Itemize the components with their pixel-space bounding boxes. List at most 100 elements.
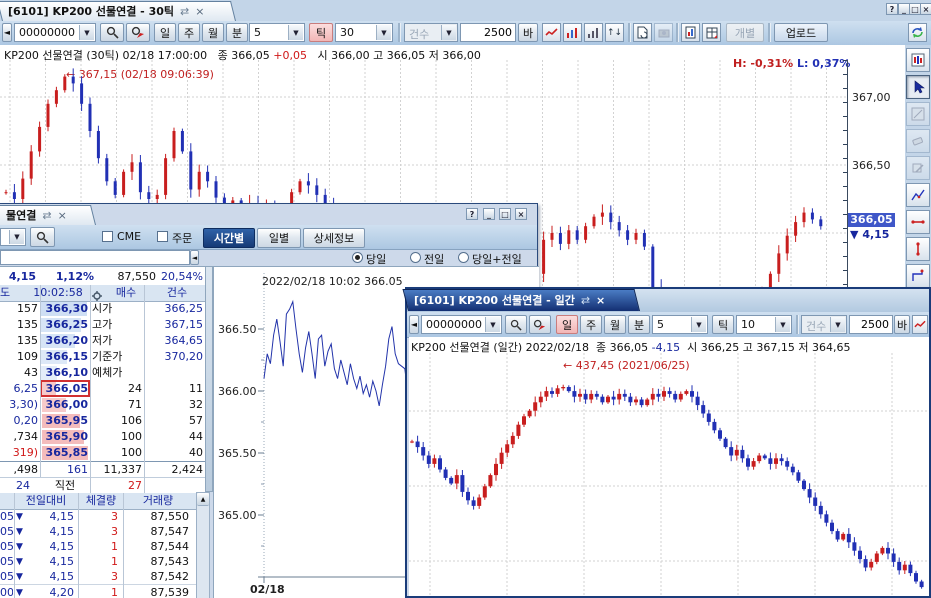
swap-icon[interactable]: ⇄: [581, 294, 590, 307]
code-combo[interactable]: 00000000 ▼: [421, 315, 502, 334]
search-recent-button[interactable]: [529, 315, 551, 334]
quote-filter-input[interactable]: [0, 250, 190, 265]
bar-count-input[interactable]: [849, 315, 893, 334]
code-combo[interactable]: 00000000 ▼: [14, 23, 96, 42]
chevron-down-icon[interactable]: ▼: [9, 230, 24, 244]
swap-icon[interactable]: ⇄: [42, 209, 51, 222]
tab-daily[interactable]: 일별: [257, 228, 301, 248]
search-recent-button[interactable]: [126, 23, 150, 42]
horizontal-line-tool[interactable]: [906, 210, 930, 234]
period-tick-button[interactable]: 틱: [309, 23, 333, 42]
ask-row[interactable]: 157 366,30 시가 366,25: [0, 301, 205, 317]
ask-row[interactable]: 135 366,20 저가 364,65: [0, 333, 205, 349]
indicator-tool[interactable]: [906, 183, 930, 207]
tab-close-icon[interactable]: ×: [596, 294, 605, 307]
bar-chart-icon: [587, 27, 600, 39]
tab-detail[interactable]: 상세정보: [303, 228, 365, 248]
price-axis-ticks: [843, 60, 847, 298]
chevron-down-icon[interactable]: ▼: [288, 25, 303, 40]
help-button[interactable]: ?: [886, 3, 898, 15]
radio-today-selected[interactable]: [352, 252, 363, 263]
chevron-down-icon[interactable]: ▼: [775, 317, 790, 332]
period-minute-button[interactable]: 분: [628, 315, 650, 334]
col-vol: 거래량: [125, 493, 191, 509]
order-checkbox[interactable]: [157, 231, 168, 242]
chevron-down-icon[interactable]: ▼: [376, 25, 391, 40]
search-button[interactable]: [100, 23, 124, 42]
pattern-grid-tool[interactable]: [906, 48, 930, 72]
new-document-button[interactable]: [633, 23, 652, 42]
nav-left-button[interactable]: ◄: [2, 23, 12, 42]
minimize-button[interactable]: _: [483, 208, 495, 220]
upload-button[interactable]: 업로드: [774, 23, 828, 42]
period-day-button-active[interactable]: 일: [556, 315, 578, 334]
refresh-button[interactable]: [908, 23, 927, 42]
grid-icon: [706, 27, 718, 39]
daily-window-title-tab[interactable]: [6101] KP200 선물연결 - 일간 ⇄ ×: [408, 289, 640, 311]
vertical-line-tool[interactable]: [906, 237, 930, 261]
bar-apply-button[interactable]: 바: [894, 315, 910, 334]
tab-timewise-active[interactable]: 시간별: [203, 228, 255, 248]
volume-bars-icon: [566, 27, 579, 39]
report-chart-button[interactable]: [681, 23, 700, 42]
bid-row[interactable]: ,734 365,90 100 44: [0, 429, 205, 445]
tick-period-combo[interactable]: 30 ▼: [335, 23, 393, 42]
exec-row: 05 ▼ 4,15 1 87,543: [0, 554, 205, 570]
tab-close-icon[interactable]: ×: [195, 5, 204, 18]
sort-updown-button[interactable]: ↑↓: [605, 23, 624, 42]
code-combo-partial[interactable]: ▼: [0, 228, 26, 246]
grid-table-button[interactable]: [702, 23, 721, 42]
period-month-button[interactable]: 월: [202, 23, 224, 42]
trendline-tool-button[interactable]: [542, 23, 561, 42]
maximize-button[interactable]: □: [499, 208, 511, 220]
bar-chart-button[interactable]: [584, 23, 603, 42]
chevron-down-icon[interactable]: ▼: [79, 25, 94, 40]
minute-period-combo[interactable]: 5 ▼: [249, 23, 305, 42]
period-week-button[interactable]: 주: [580, 315, 602, 334]
exec-scrollbar[interactable]: ▲: [196, 492, 210, 598]
nav-left-button[interactable]: ◄: [409, 315, 419, 334]
toolbar-separator: [628, 23, 631, 42]
collapse-left-button[interactable]: ◄: [190, 250, 199, 265]
close-button[interactable]: ×: [920, 3, 931, 15]
pane-splitter[interactable]: [205, 266, 213, 492]
last-change-label: ▼ 4,15: [850, 228, 889, 241]
period-week-button[interactable]: 주: [178, 23, 200, 42]
chevron-down-icon[interactable]: ▼: [485, 317, 500, 332]
tab-close-icon[interactable]: ×: [58, 209, 67, 222]
ask-row[interactable]: 109 366,15 기준가 370,20: [0, 349, 205, 365]
cursor-tool-selected[interactable]: [906, 75, 930, 99]
radio-prevday[interactable]: [410, 252, 421, 263]
main-window-title-tab[interactable]: [6101] KP200 선물연결 - 30틱 ⇄ ×: [2, 1, 236, 21]
cme-checkbox[interactable]: [102, 231, 113, 242]
desktop: [6101] KP200 선물연결 - 30틱 ⇄ × ? _ □ × ◄ 00…: [0, 0, 931, 598]
period-tick-button[interactable]: 틱: [712, 315, 734, 334]
search-button[interactable]: [505, 315, 527, 334]
volume-chart-button[interactable]: [563, 23, 582, 42]
scroll-up-button[interactable]: ▲: [197, 493, 209, 506]
help-button[interactable]: ?: [466, 208, 478, 220]
radio-both[interactable]: [458, 252, 469, 263]
bar-count-input[interactable]: [460, 23, 516, 42]
ask-row[interactable]: 135 366,25 고가 367,15: [0, 317, 205, 333]
minute-period-combo[interactable]: 5 ▼: [652, 315, 708, 334]
bid-row[interactable]: 0,20 365,95 106 57: [0, 413, 205, 429]
bar-apply-button[interactable]: 바: [518, 23, 538, 42]
bid-row[interactable]: 3,30) 366,00 71 32: [0, 397, 205, 413]
bid-row[interactable]: 319) 365,85 100 40: [0, 445, 205, 461]
tick-period-combo[interactable]: 10 ▼: [736, 315, 792, 334]
down-triangle-icon: ▼: [16, 569, 26, 585]
close-button[interactable]: ×: [515, 208, 527, 220]
trendline-tool-button[interactable]: [912, 315, 928, 334]
polyline-tool[interactable]: [906, 264, 930, 288]
period-day-button[interactable]: 일: [154, 23, 176, 42]
search-button[interactable]: [30, 227, 55, 247]
period-minute-button[interactable]: 분: [226, 23, 248, 42]
swap-icon[interactable]: ⇄: [180, 5, 189, 18]
quote-window-title-tab[interactable]: 물연결 ⇄ ×: [0, 205, 96, 225]
chevron-down-icon[interactable]: ▼: [691, 317, 706, 332]
daily-chart-canvas[interactable]: [409, 353, 929, 596]
ask-row[interactable]: 43 366,10 예체가: [0, 365, 205, 381]
period-month-button[interactable]: 월: [604, 315, 626, 334]
bid-row-current[interactable]: 6,25 366,05 24 11: [0, 381, 205, 397]
